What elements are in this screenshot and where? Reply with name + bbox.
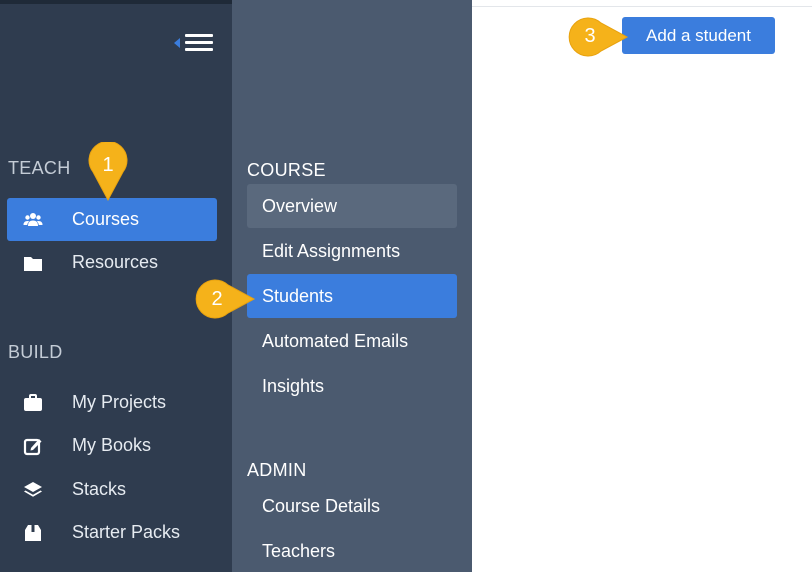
callout-number-1: 1: [102, 154, 114, 176]
subnav-item-course-details[interactable]: Course Details: [247, 484, 457, 528]
sidebar-item-label: Stacks: [72, 479, 127, 499]
build-heading: BUILD: [8, 342, 63, 362]
collapse-arrow-icon: [174, 38, 180, 48]
subnav-item-teachers[interactable]: Teachers: [247, 529, 457, 573]
subnav-item-label: Students: [262, 286, 334, 306]
sidebar-item-my-projects[interactable]: My Projects: [7, 381, 217, 424]
sidebar-item-resources[interactable]: Resources: [7, 241, 217, 284]
subnav-item-students[interactable]: Students: [247, 274, 457, 318]
subnav-item-automated-emails[interactable]: Automated Emails: [247, 319, 457, 363]
teach-heading: TEACH: [8, 158, 71, 178]
callout-number-2: 2: [211, 288, 223, 310]
collapse-menu-button[interactable]: [172, 30, 216, 56]
edit-icon: [23, 438, 42, 456]
callout-number-3: 3: [584, 25, 596, 47]
sidebar-item-label: My Books: [72, 435, 152, 455]
users-icon: [23, 213, 43, 226]
course-subnav: COURSE Overview Edit Assignments Student…: [232, 0, 472, 572]
sidebar-item-label: Starter Packs: [72, 522, 181, 542]
layers-icon: [24, 482, 42, 497]
subnav-item-overview[interactable]: Overview: [247, 184, 457, 228]
folder-icon: [24, 257, 42, 271]
subnav-item-label: Teachers: [262, 541, 336, 561]
add-student-button[interactable]: Add a student: [622, 17, 775, 54]
subnav-item-label: Edit Assignments: [262, 241, 401, 261]
main-top-border: [472, 6, 812, 7]
course-heading: COURSE: [247, 160, 326, 180]
subnav-item-label: Insights: [262, 376, 325, 396]
admin-heading: ADMIN: [247, 460, 307, 480]
hamburger-icon: [185, 34, 213, 52]
sidebar-item-label: My Projects: [72, 392, 167, 412]
sidebar-item-label: Courses: [72, 209, 140, 229]
sidebar-item-courses[interactable]: Courses: [7, 198, 217, 241]
sidebar-item-label: Resources: [72, 252, 159, 272]
sidebar-item-starter-packs[interactable]: Starter Packs: [7, 511, 217, 554]
subnav-item-edit-assignments[interactable]: Edit Assignments: [247, 229, 457, 273]
sidebar-item-stacks[interactable]: Stacks: [7, 468, 217, 511]
briefcase-icon: [24, 394, 42, 411]
package-icon: [25, 525, 41, 541]
subnav-item-insights[interactable]: Insights: [247, 364, 457, 408]
subnav-item-label: Course Details: [262, 496, 381, 516]
subnav-item-label: Overview: [262, 196, 338, 216]
sidebar-top-border: [0, 0, 232, 4]
subnav-item-label: Automated Emails: [262, 331, 409, 351]
sidebar-item-my-books[interactable]: My Books: [7, 424, 217, 467]
